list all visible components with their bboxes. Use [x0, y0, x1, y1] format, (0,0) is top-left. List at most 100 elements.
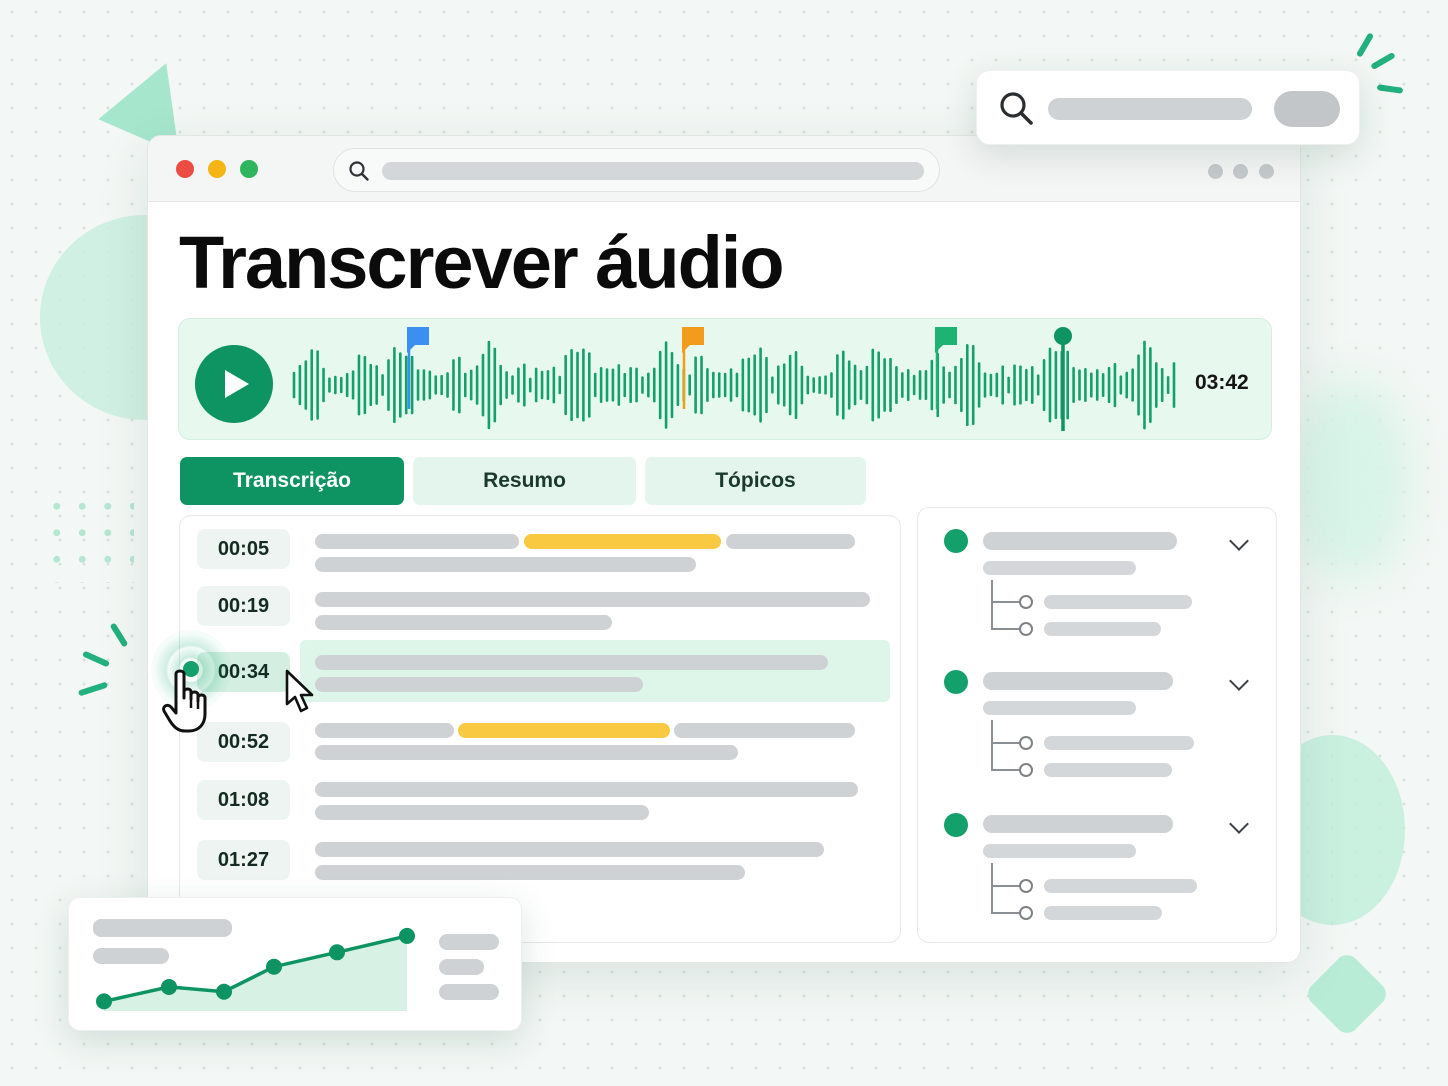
- tab-resumo[interactable]: Resumo: [413, 457, 636, 505]
- timestamp-button[interactable]: 00:19: [197, 586, 290, 626]
- chart-point: [161, 978, 177, 995]
- text-line: [315, 805, 649, 820]
- more-options-icon[interactable]: [1233, 164, 1248, 179]
- mini-line-chart: [96, 927, 415, 1011]
- audio-player: 03:42: [178, 318, 1272, 440]
- page-title: Transcrever áudio: [179, 221, 785, 304]
- topic-title-line: [983, 815, 1173, 833]
- minimize-window-button[interactable]: [208, 160, 226, 178]
- text-line: [315, 745, 738, 760]
- legend-line: [439, 984, 499, 1000]
- decorative-spark: [1355, 32, 1375, 58]
- decorative-glow: [1290, 380, 1410, 580]
- decorative-spark: [1376, 84, 1404, 94]
- text-line: [315, 723, 454, 738]
- topic-title-line: [983, 532, 1177, 550]
- subtopic-line: [1044, 595, 1192, 609]
- play-icon: [225, 370, 249, 398]
- audio-duration: 03:42: [1195, 371, 1249, 394]
- decorative-spark: [1370, 51, 1396, 71]
- tree-connector: [991, 580, 993, 629]
- chart-point: [399, 927, 415, 944]
- chevron-down-icon[interactable]: [1229, 671, 1249, 691]
- browser-window: Transcrever áudio 03:42 Transcrição Resu…: [147, 135, 1301, 963]
- tree-connector: [991, 863, 993, 913]
- search-icon: [349, 161, 369, 181]
- text-line: [674, 723, 855, 738]
- subtopic-node: [1019, 736, 1033, 750]
- chart-point: [216, 983, 232, 1000]
- chevron-down-icon[interactable]: [1229, 814, 1249, 834]
- bookmark-flag-icon: [935, 327, 957, 353]
- chart-point: [96, 993, 112, 1010]
- subtopic-node: [1019, 763, 1033, 777]
- hand-cursor-icon: [162, 669, 207, 733]
- tree-connector: [991, 720, 993, 770]
- tree-connector: [991, 601, 1021, 603]
- tree-connector: [991, 769, 1021, 771]
- title-bar: [148, 136, 1300, 202]
- chevron-down-icon[interactable]: [1229, 531, 1249, 551]
- legend-line: [439, 959, 484, 975]
- tab-topicos[interactable]: Tópicos: [645, 457, 866, 505]
- chart-point: [329, 944, 345, 961]
- close-window-button[interactable]: [176, 160, 194, 178]
- chart-point: [266, 958, 282, 975]
- search-card[interactable]: [976, 70, 1360, 145]
- decorative-diamond: [1303, 950, 1391, 1038]
- bookmark-flag-icon: [407, 327, 429, 353]
- more-options-icon[interactable]: [1208, 164, 1223, 179]
- audio-waveform[interactable]: [291, 319, 1181, 441]
- subtopic-line: [1044, 906, 1162, 920]
- selected-row-highlight: [300, 640, 890, 702]
- text-line: [315, 842, 824, 857]
- decorative-dot-grid: [44, 493, 134, 583]
- subtopic-line: [1044, 879, 1197, 893]
- highlighted-keyword: [524, 534, 721, 549]
- bookmark-flag-icon: [682, 327, 704, 353]
- text-line: [315, 615, 612, 630]
- subtopic-line: [1044, 736, 1194, 750]
- topic-status-dot: [944, 529, 968, 553]
- transcript-panel: 00:05 00:19 00:34 00:52 01:08 01:27: [179, 515, 901, 943]
- more-options-icon[interactable]: [1259, 164, 1274, 179]
- text-line: [726, 534, 855, 549]
- text-line: [315, 557, 696, 572]
- timestamp-button[interactable]: 01:27: [197, 840, 290, 880]
- play-button[interactable]: [195, 345, 273, 423]
- subtopic-node: [1019, 622, 1033, 636]
- analytics-card: [68, 897, 522, 1031]
- decorative-spark: [109, 622, 129, 648]
- subtopic-line: [1044, 763, 1172, 777]
- address-bar[interactable]: [333, 148, 940, 192]
- topic-status-dot: [944, 670, 968, 694]
- subtopic-node: [1019, 879, 1033, 893]
- address-placeholder-line: [382, 162, 924, 180]
- text-line: [315, 782, 858, 797]
- highlighted-keyword: [458, 723, 670, 738]
- subtopic-line: [1044, 622, 1161, 636]
- topic-subtitle-line: [983, 701, 1136, 715]
- tree-connector: [991, 885, 1021, 887]
- timestamp-button[interactable]: 00:05: [197, 529, 290, 569]
- timestamp-button[interactable]: 01:08: [197, 780, 290, 820]
- search-input[interactable]: [1048, 98, 1252, 120]
- decorative-spark: [81, 650, 111, 668]
- legend-line: [439, 934, 499, 950]
- maximize-window-button[interactable]: [240, 160, 258, 178]
- topic-title-line: [983, 672, 1173, 690]
- text-line: [315, 865, 745, 880]
- tree-connector: [991, 628, 1021, 630]
- tab-transcricao[interactable]: Transcrição: [180, 457, 404, 505]
- text-line: [315, 592, 870, 607]
- playhead-handle: [1054, 327, 1072, 345]
- search-icon: [1000, 92, 1033, 125]
- tree-connector: [991, 742, 1021, 744]
- topic-subtitle-line: [983, 561, 1136, 575]
- decorative-spark: [77, 681, 109, 697]
- tree-connector: [991, 912, 1021, 914]
- text-line: [315, 534, 519, 549]
- topic-subtitle-line: [983, 844, 1136, 858]
- search-button[interactable]: [1274, 91, 1340, 127]
- subtopic-node: [1019, 906, 1033, 920]
